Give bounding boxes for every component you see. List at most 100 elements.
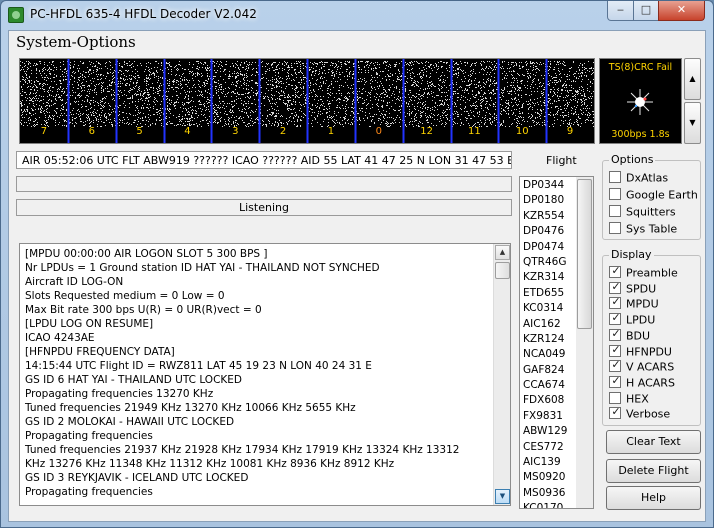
checkbox[interactable]: [609, 358, 622, 373]
checkbox-label: Squitters: [626, 205, 676, 219]
channel-label: 9: [566, 126, 574, 137]
options-group: Options DxAtlas Google Earth Squitters Sys …: [602, 153, 701, 240]
log-line: Slots Requested medium = 0 Low = 0: [25, 290, 225, 302]
triangle-up-icon: ▲: [689, 74, 696, 83]
flight-list-item[interactable]: KC0314: [523, 301, 567, 316]
flight-list-item[interactable]: QTR46G: [523, 255, 567, 270]
flight-label: Flight: [546, 154, 577, 167]
log-line: [HFNPDU FREQUENCY DATA]: [25, 346, 175, 358]
menu-system-options[interactable]: System-Options: [16, 33, 136, 51]
checkbox[interactable]: [609, 205, 621, 217]
options-option-dxatlas[interactable]: DxAtlas: [609, 171, 668, 187]
display-option-verbose[interactable]: Verbose: [609, 405, 670, 423]
flight-list-item[interactable]: ETD655: [523, 286, 567, 301]
flight-list-item[interactable]: GAF824: [523, 363, 567, 378]
log-text-area[interactable]: [MPDU 00:00:00 AIR LOGON SLOT 5 300 BPS …: [19, 243, 511, 506]
log-line: KHz 13276 KHz 11348 KHz 11312 KHz 10081 …: [25, 458, 395, 470]
flight-list-item[interactable]: MS0936: [523, 486, 567, 501]
checkbox[interactable]: [609, 327, 622, 341]
options-legend: Options: [609, 153, 656, 166]
title-bar[interactable]: PC-HFDL 635-4 HFDL Decoder V2.042 ‒ □ ✕: [1, 1, 713, 30]
flight-list-item[interactable]: CES772: [523, 440, 567, 455]
flight-scrollbar[interactable]: [576, 177, 593, 508]
triangle-down-icon: ▼: [499, 492, 506, 500]
window-title: PC-HFDL 635-4 HFDL Decoder V2.042: [30, 7, 257, 21]
checkbox-label: Sys Table: [626, 222, 678, 236]
checkbox-label: MPDU: [626, 297, 659, 311]
clear-text-button[interactable]: Clear Text: [606, 430, 701, 454]
flight-list-item[interactable]: AIC139: [523, 455, 567, 470]
flight-list-item[interactable]: KZR554: [523, 209, 567, 224]
flight-list-item[interactable]: MS0920: [523, 470, 567, 485]
checkbox-label: Google Earth: [626, 188, 698, 202]
channel-down-button[interactable]: ▼: [684, 102, 701, 144]
checkbox[interactable]: [609, 280, 622, 294]
checkbox[interactable]: [609, 311, 622, 326]
options-option-squitters[interactable]: Squitters: [609, 205, 676, 221]
flight-list[interactable]: DP0344 DP0180 KZR554 DP0476 DP0474 QTR46G KZR3…: [519, 176, 594, 509]
checkbox-label: HFNPDU: [626, 345, 672, 358]
flight-list-item[interactable]: FDX608: [523, 393, 567, 408]
channel-label: 10: [515, 126, 529, 137]
checkbox[interactable]: [609, 188, 621, 200]
channel-label: 0: [375, 126, 382, 137]
log-line: [MPDU 00:00:00 AIR LOGON SLOT 5 300 BPS …: [25, 248, 268, 260]
log-line: GS ID 2 MOLOKAI - HAWAII UTC LOCKED: [25, 416, 235, 428]
checkbox[interactable]: [609, 222, 621, 234]
flight-list-item[interactable]: KC0170: [523, 501, 567, 508]
checkbox[interactable]: [609, 343, 622, 357]
checkbox[interactable]: [609, 171, 621, 183]
flight-list-item[interactable]: CCA674: [523, 378, 567, 393]
constellation-scope: TS(8)CRC Fail 300bps 1.8s: [599, 58, 682, 144]
log-scrollbar[interactable]: ▲ ▼: [493, 244, 510, 505]
flight-list-item[interactable]: KZR124: [523, 332, 567, 347]
flight-list-item[interactable]: DP0476: [523, 224, 567, 239]
flight-scroll-thumb[interactable]: [577, 179, 592, 329]
channel-up-button[interactable]: ▲: [684, 58, 701, 100]
log-line: Nr LPDUs = 1 Ground station ID HAT YAI -…: [25, 262, 380, 274]
spectrum-noise: [20, 59, 594, 143]
options-option-sys-table[interactable]: Sys Table: [609, 222, 677, 238]
options-option-google-earth[interactable]: Google Earth: [609, 188, 698, 204]
log-line: Propagating frequencies: [25, 486, 153, 498]
flight-list-item[interactable]: DP0344: [523, 178, 567, 193]
checkbox[interactable]: [609, 374, 622, 388]
flight-list-item[interactable]: FX9831: [523, 409, 567, 424]
log-line: 14:15:44 UTC Flight ID = RWZ811 LAT 45 1…: [25, 360, 372, 372]
flight-list-item[interactable]: AIC162: [523, 317, 567, 332]
checkbox-label: Preamble: [626, 266, 678, 280]
minimize-icon: ‒: [617, 3, 624, 16]
close-button[interactable]: ✕: [658, 1, 705, 21]
delete-flight-button[interactable]: Delete Flight: [606, 459, 701, 483]
checkbox[interactable]: [609, 391, 621, 404]
log-line: Propagating frequencies: [25, 430, 153, 442]
checkbox[interactable]: [609, 405, 622, 420]
checkbox[interactable]: [609, 295, 622, 310]
app-icon[interactable]: [8, 7, 24, 23]
help-button[interactable]: Help: [606, 486, 701, 510]
scroll-down-button[interactable]: ▼: [495, 489, 510, 504]
flight-list-item[interactable]: DP0180: [523, 193, 567, 208]
scope-rate: 300bps 1.8s: [611, 129, 670, 140]
triangle-up-icon: ▲: [499, 248, 506, 256]
channel-label: 2: [279, 126, 287, 137]
flight-list-item[interactable]: KZR314: [523, 270, 567, 285]
scroll-thumb[interactable]: [495, 262, 510, 279]
log-line: Max Bit rate 300 bps U(R) = 0 UR(R)vect …: [25, 304, 262, 316]
minimize-button[interactable]: ‒: [607, 1, 634, 21]
display-option-h-acars[interactable]: H ACARS: [609, 374, 675, 392]
maximize-button[interactable]: □: [633, 1, 659, 21]
channel-label: 11: [468, 126, 481, 137]
checkbox[interactable]: [609, 264, 622, 278]
menu-bar: System-Options: [9, 31, 705, 53]
scroll-up-button[interactable]: ▲: [495, 245, 510, 260]
log-line: Aircraft ID LOG-ON: [25, 276, 124, 288]
spectrum-display[interactable]: 7 6 5 4 3 2 1 0 12 11 10 9: [19, 58, 595, 144]
flight-list-item[interactable]: NCA049: [523, 347, 567, 362]
log-line: Tuned frequencies 21937 KHz 21928 KHz 17…: [25, 444, 460, 456]
display-group: Display Preamble SPDUMPDU LPDU BDU HFNPDU V A…: [602, 248, 701, 426]
flight-list-item[interactable]: DP0474: [523, 240, 567, 255]
flight-list-item[interactable]: ABW129: [523, 424, 567, 439]
display-legend: Display: [609, 248, 654, 261]
channel-label: 4: [184, 126, 191, 137]
